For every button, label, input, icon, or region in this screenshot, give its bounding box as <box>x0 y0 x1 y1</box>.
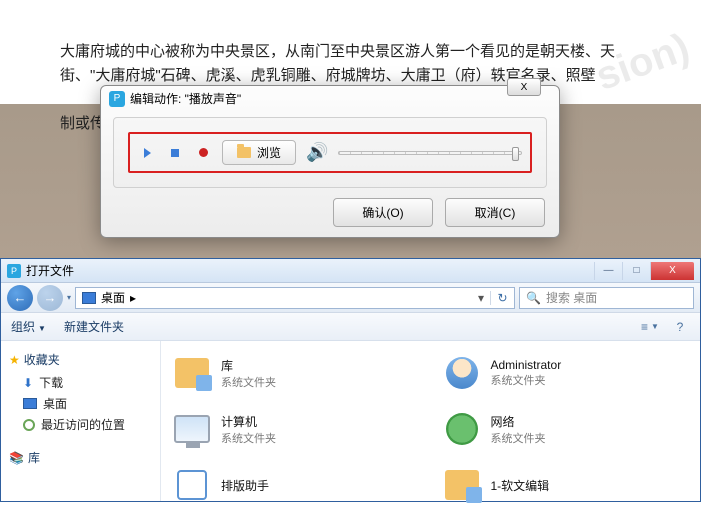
app-icon <box>177 470 207 500</box>
refresh-icon: ↻ <box>497 291 507 305</box>
maximize-button[interactable]: □ <box>622 262 650 280</box>
list-item[interactable]: 计算机系统文件夹 <box>171 403 421 455</box>
address-bar[interactable]: 桌面 ▸ ▾ ↻ <box>75 287 515 309</box>
toolbar: 组织▼ 新建文件夹 ≡▼ ? <box>1 313 700 341</box>
sidebar: ★收藏夹 ⬇下载 桌面 最近访问的位置 📚库 <box>1 341 161 501</box>
play-icon <box>144 148 151 158</box>
organize-button[interactable]: 组织▼ <box>11 318 46 335</box>
play-button[interactable] <box>138 144 156 162</box>
dialog-titlebar[interactable]: P 编辑动作: "播放声音" <box>101 86 559 111</box>
volume-slider[interactable] <box>338 151 522 155</box>
dialog-footer: 确认(O) 取消(C) <box>101 188 559 237</box>
view-button[interactable]: ≡▼ <box>640 318 660 336</box>
speaker-icon: 🔊 <box>306 142 328 163</box>
volume-thumb[interactable] <box>512 147 519 161</box>
record-button[interactable] <box>194 144 212 162</box>
folder-icon <box>445 470 479 500</box>
open-file-window: P 打开文件 — □ X ← → ▾ 桌面 ▸ ▾ ↻ 🔍 搜索 桌面 组织▼ … <box>0 258 701 502</box>
open-file-title: 打开文件 <box>26 262 74 279</box>
chevron-right-icon[interactable]: ▸ <box>130 291 136 305</box>
dialog-close-button[interactable]: X <box>507 78 541 96</box>
user-icon <box>446 357 478 389</box>
highlighted-controls: 浏览 🔊 <box>128 132 532 173</box>
nav-bar: ← → ▾ 桌面 ▸ ▾ ↻ 🔍 搜索 桌面 <box>1 283 700 313</box>
clock-icon <box>23 419 35 431</box>
sidebar-item-desktop[interactable]: 桌面 <box>5 393 156 414</box>
close-button[interactable]: X <box>650 262 694 280</box>
app-icon: P <box>7 264 21 278</box>
forward-button[interactable]: → <box>37 285 63 311</box>
stop-button[interactable] <box>166 144 184 162</box>
computer-icon <box>174 415 210 443</box>
network-icon <box>446 413 478 445</box>
address-segment[interactable]: 桌面 ▸ <box>76 289 142 306</box>
list-item[interactable]: 排版助手 <box>171 459 421 511</box>
window-buttons: — □ X <box>594 262 694 280</box>
search-icon: 🔍 <box>526 291 541 305</box>
help-button[interactable]: ? <box>670 318 690 336</box>
star-icon: ★ <box>9 353 20 367</box>
refresh-button[interactable]: ↻ <box>490 291 514 305</box>
browse-label: 浏览 <box>257 144 281 161</box>
nav-history-dropdown[interactable]: ▾ <box>67 293 71 302</box>
new-folder-button[interactable]: 新建文件夹 <box>64 318 124 335</box>
record-icon <box>199 148 208 157</box>
stop-icon <box>171 149 179 157</box>
desktop-icon <box>23 398 37 409</box>
minimize-button[interactable]: — <box>594 262 622 280</box>
edit-action-dialog: X P 编辑动作: "播放声音" 浏览 🔊 确认(O) 取消(C) <box>100 85 560 238</box>
search-placeholder: 搜索 桌面 <box>546 289 597 306</box>
list-item[interactable]: 库系统文件夹 <box>171 347 421 399</box>
app-icon: P <box>109 91 125 107</box>
browse-button[interactable]: 浏览 <box>222 140 296 165</box>
sidebar-item-recent[interactable]: 最近访问的位置 <box>5 414 156 435</box>
sidebar-item-downloads[interactable]: ⬇下载 <box>5 372 156 393</box>
dialog-title-text: 编辑动作: "播放声音" <box>130 90 241 107</box>
desktop-icon <box>82 292 96 304</box>
list-item[interactable]: Administrator系统文件夹 <box>441 347 691 399</box>
file-browser-body: ★收藏夹 ⬇下载 桌面 最近访问的位置 📚库 库系统文件夹 Administra… <box>1 341 700 501</box>
folder-icon <box>237 147 251 158</box>
sidebar-favorites[interactable]: ★收藏夹 <box>9 351 152 368</box>
open-file-titlebar[interactable]: P 打开文件 — □ X <box>1 259 700 283</box>
search-input[interactable]: 🔍 搜索 桌面 <box>519 287 694 309</box>
file-list[interactable]: 库系统文件夹 Administrator系统文件夹 计算机系统文件夹 网络系统文… <box>161 341 700 501</box>
back-button[interactable]: ← <box>7 285 33 311</box>
list-item[interactable]: 网络系统文件夹 <box>441 403 691 455</box>
library-icon: 📚 <box>9 451 24 465</box>
dialog-body: 浏览 🔊 <box>113 117 547 188</box>
address-dropdown[interactable]: ▾ <box>472 291 490 305</box>
list-item[interactable]: 1-软文编辑 <box>441 459 691 511</box>
ok-button[interactable]: 确认(O) <box>333 198 433 227</box>
cancel-button[interactable]: 取消(C) <box>445 198 545 227</box>
library-icon <box>175 358 209 388</box>
download-icon: ⬇ <box>23 376 33 390</box>
address-text: 桌面 <box>101 289 125 306</box>
sidebar-library[interactable]: 📚库 <box>9 449 152 466</box>
